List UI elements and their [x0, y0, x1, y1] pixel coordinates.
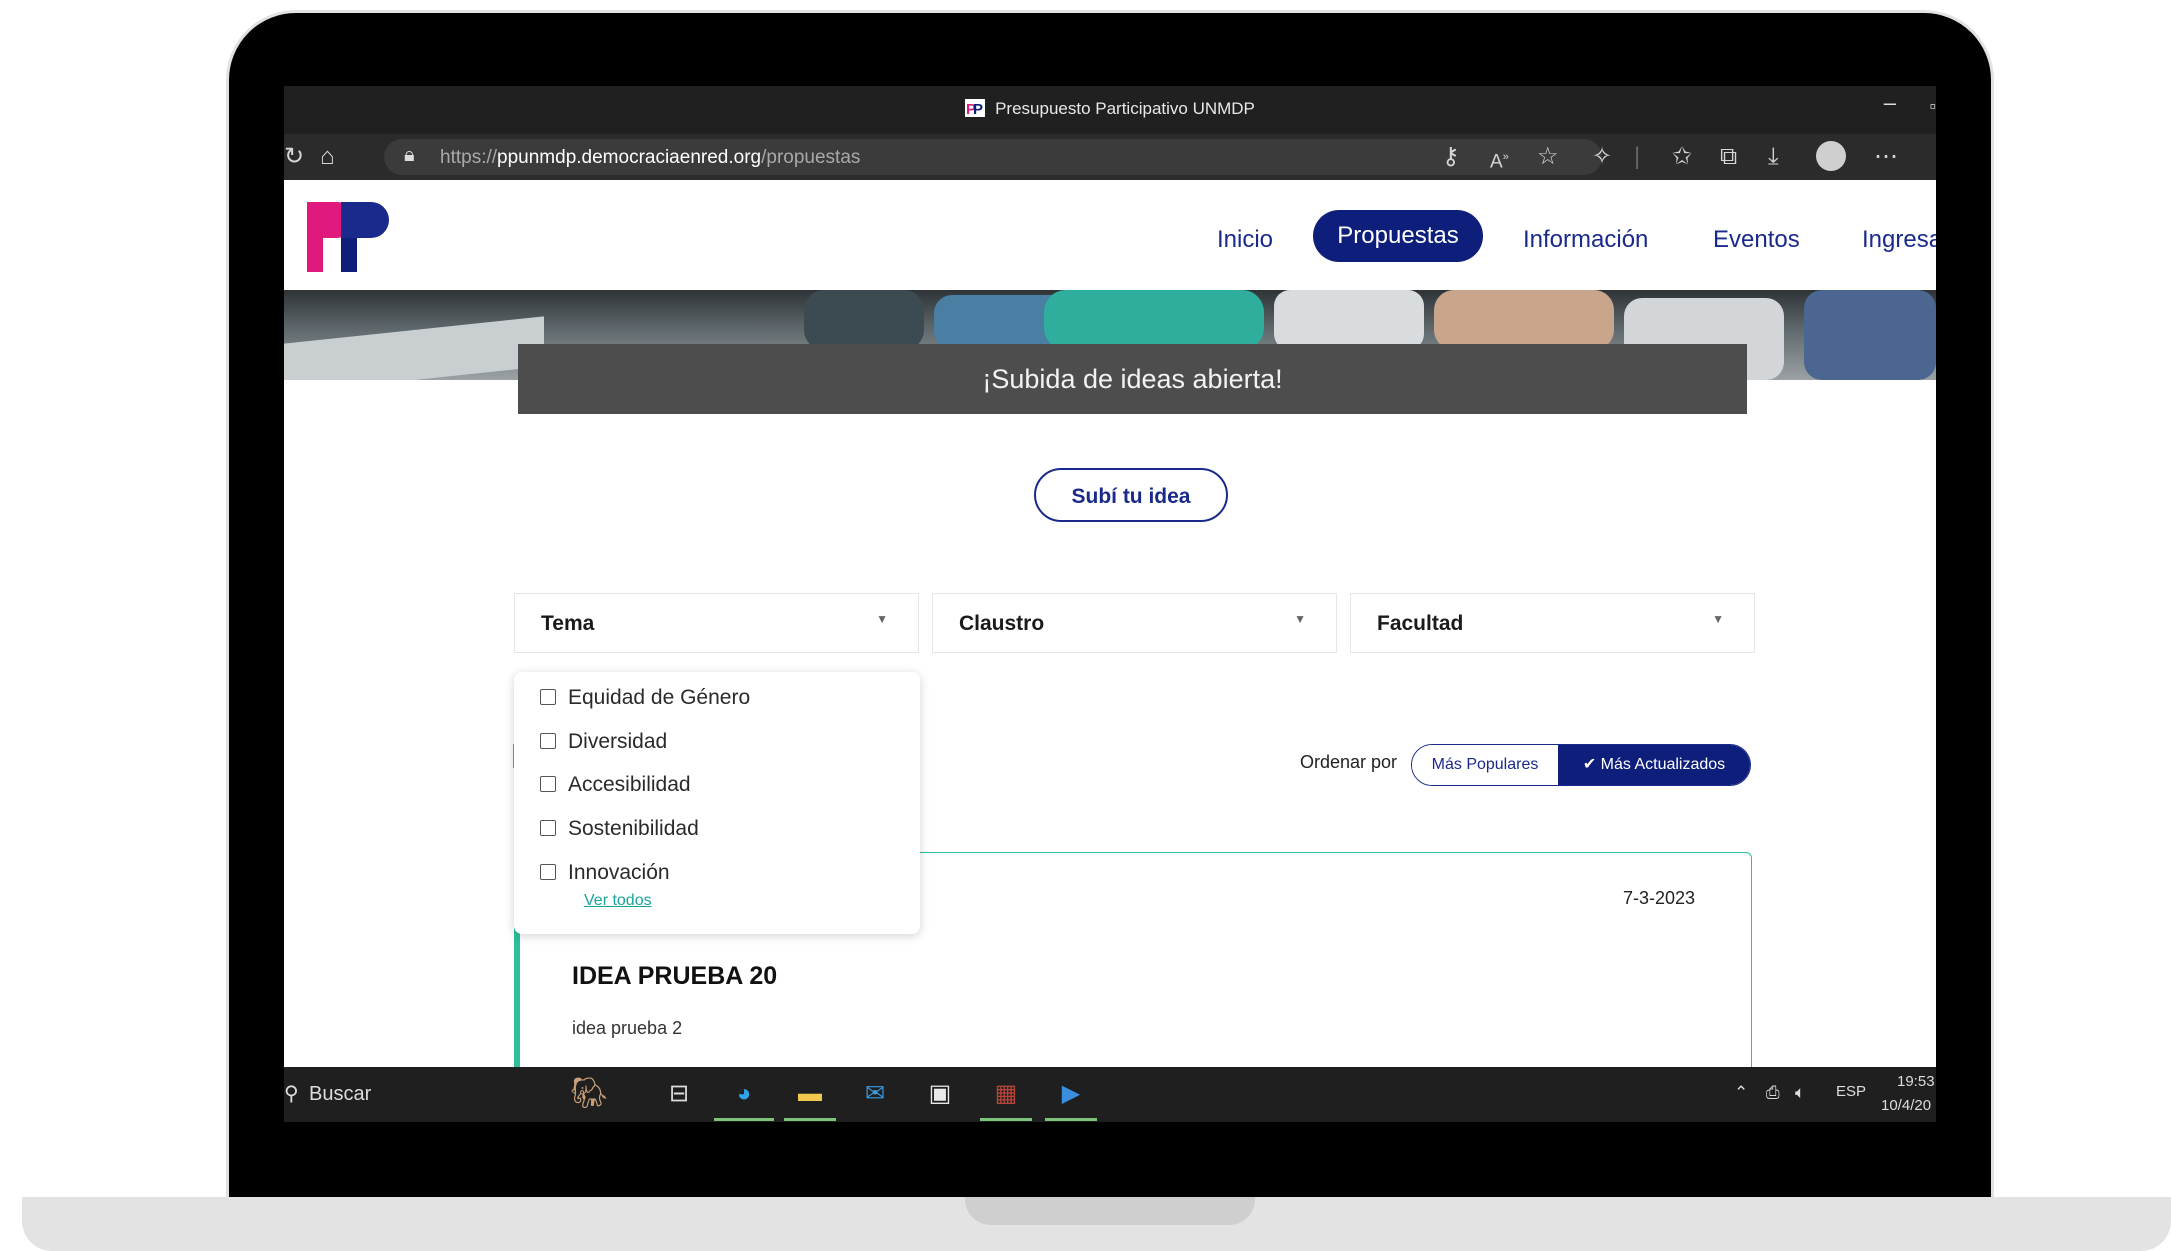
browser-titlebar: P P Presupuesto Participativo UNMDP – ▫ — [284, 86, 1936, 134]
tema-option-label: Equidad de Género — [568, 686, 751, 709]
tema-option-diversidad[interactable]: Diversidad — [540, 730, 667, 754]
chevron-down-icon: ▼ — [876, 612, 888, 626]
idea-title[interactable]: IDEA PRUEBA 20 — [572, 962, 777, 991]
ideas-open-banner: ¡Subida de ideas abierta! — [518, 344, 1747, 414]
filter-claustro[interactable]: Claustro ▼ — [932, 593, 1337, 653]
tema-option-accesibilidad[interactable]: Accesibilidad — [540, 773, 691, 797]
submit-idea-button[interactable]: Subí tu idea — [1034, 468, 1228, 522]
nav-ingresa[interactable]: Ingresa — [1862, 226, 1936, 254]
url-text[interactable]: https://ppunmdp.democraciaenred.org/prop… — [440, 147, 860, 169]
site-favicon-icon: P P — [965, 99, 986, 117]
tema-option-equidad[interactable]: Equidad de Género — [540, 686, 750, 710]
mail-icon[interactable]: ✉ — [855, 1075, 895, 1113]
edge-icon[interactable]: ◕ — [724, 1075, 764, 1113]
toolbar-divider: | — [1634, 143, 1641, 170]
add-favorite-icon[interactable]: ☆ — [1537, 143, 1559, 171]
screen: P P Presupuesto Participativo UNMDP – ▫ … — [284, 86, 1936, 1122]
chevron-down-icon: ▼ — [1712, 612, 1724, 626]
media-player-icon[interactable]: ▶ — [1051, 1075, 1091, 1113]
clock-time[interactable]: 19:53 — [1897, 1073, 1935, 1090]
elephant-widget-icon[interactable]: 🐘︎ — [539, 1075, 639, 1113]
address-bar[interactable]: 🔒︎ https://ppunmdp.democraciaenred.org/p… — [384, 139, 1602, 175]
windows-taskbar: ⚲ Buscar 🐘︎ ⊟ ◕ ▬ ✉ ▣ ▦ ▶ ⌃ ⎙ 🔈︎ ESP 19:… — [284, 1067, 1936, 1122]
key-icon[interactable]: ⚷ — [1442, 143, 1460, 171]
minimize-icon[interactable]: – — [1884, 90, 1896, 116]
read-aloud-icon[interactable]: A» — [1490, 143, 1509, 176]
volume-icon[interactable]: 🔈︎ — [1795, 1083, 1805, 1103]
site-header: PP Inicio Propuestas Información Eventos… — [284, 180, 1936, 290]
ver-todos-link[interactable]: Ver todos — [584, 892, 652, 910]
filter-facultad-label: Facultad — [1377, 612, 1464, 635]
store-icon[interactable]: ▣ — [920, 1075, 960, 1113]
checkbox[interactable] — [540, 689, 556, 705]
winrar-icon[interactable]: ▦ — [986, 1075, 1026, 1113]
home-icon[interactable]: ⌂ — [320, 143, 335, 171]
logo-text: PP — [301, 198, 303, 199]
checkbox[interactable] — [540, 820, 556, 836]
nav-inicio[interactable]: Inicio — [1217, 226, 1273, 254]
task-view-icon[interactable]: ⊟ — [659, 1075, 699, 1113]
favorites-icon[interactable]: ✩ — [1672, 143, 1692, 171]
filter-tema-label: Tema — [541, 612, 595, 635]
clock-date[interactable]: 10/4/20 — [1881, 1097, 1931, 1114]
url-prefix: https:// — [440, 147, 498, 168]
active-app-indicator — [1045, 1118, 1097, 1121]
sort-toggle-group: Más Populares ✔ Más Actualizados — [1411, 744, 1751, 786]
nav-propuestas[interactable]: Propuestas — [1313, 210, 1483, 262]
language-indicator[interactable]: ESP — [1836, 1083, 1866, 1100]
filter-claustro-label: Claustro — [959, 612, 1045, 635]
downloads-icon[interactable]: ⤓ — [1768, 143, 1779, 171]
sort-mas-actualizados-label: Más Actualizados — [1600, 756, 1726, 773]
lock-icon[interactable]: 🔒︎ — [404, 144, 415, 167]
url-domain: ppunmdp.democraciaenred.org — [497, 147, 762, 168]
sort-mas-actualizados[interactable]: ✔ Más Actualizados — [1558, 745, 1750, 785]
taskbar-search[interactable]: Buscar — [309, 1083, 371, 1106]
active-app-indicator — [714, 1118, 774, 1121]
tema-option-label: Accesibilidad — [568, 773, 691, 796]
nav-informacion[interactable]: Información — [1523, 226, 1648, 254]
browser-toolbar: ↻ ⌂ 🔒︎ https://ppunmdp.democraciaenred.o… — [284, 134, 1936, 180]
nav-eventos[interactable]: Eventos — [1713, 226, 1800, 254]
window-title-text: Presupuesto Participativo UNMDP — [995, 99, 1255, 118]
checkmark-icon: ✔ — [1582, 756, 1601, 773]
idea-description: idea prueba 2 — [572, 1018, 683, 1038]
refresh-icon[interactable]: ↻ — [284, 143, 304, 171]
checkbox[interactable] — [540, 776, 556, 792]
tema-option-label: Sostenibilidad — [568, 817, 699, 840]
maximize-icon[interactable]: ▫ — [1930, 96, 1936, 117]
tema-dropdown-menu: Equidad de Género Diversidad Accesibilid… — [514, 672, 920, 934]
profile-avatar[interactable] — [1816, 141, 1846, 171]
chevron-down-icon: ▼ — [1294, 612, 1306, 626]
filter-tema[interactable]: Tema ▼ — [514, 593, 919, 653]
sort-label: Ordenar por — [1300, 752, 1398, 772]
tema-option-innovacion[interactable]: Innovación — [540, 861, 670, 885]
active-app-indicator — [980, 1118, 1032, 1121]
idea-date: 7-3-2023 — [1623, 888, 1696, 908]
tema-option-label: Diversidad — [568, 730, 668, 753]
collections-icon[interactable]: ⧉ — [1720, 143, 1737, 171]
file-explorer-icon[interactable]: ▬ — [790, 1075, 830, 1113]
sort-mas-populares[interactable]: Más Populares — [1412, 745, 1558, 785]
extensions-icon[interactable]: ✧ — [1592, 143, 1612, 171]
url-path: /propuestas — [761, 147, 861, 168]
laptop-notch — [965, 1197, 1255, 1225]
checkbox[interactable] — [540, 864, 556, 880]
filter-facultad[interactable]: Facultad ▼ — [1350, 593, 1755, 653]
chevron-up-icon[interactable]: ⌃ — [1734, 1083, 1748, 1103]
site-logo[interactable]: PP — [301, 198, 397, 274]
tema-option-label: Innovación — [568, 861, 670, 884]
window-title: P P Presupuesto Participativo UNMDP — [284, 99, 1936, 119]
checkbox[interactable] — [540, 733, 556, 749]
network-icon[interactable]: ⎙ — [1766, 1083, 1780, 1103]
svg-text:P: P — [973, 101, 983, 117]
tema-option-sostenibilidad[interactable]: Sostenibilidad — [540, 817, 699, 841]
active-app-indicator — [784, 1118, 836, 1121]
more-menu-icon[interactable]: ⋯ — [1874, 143, 1898, 171]
search-icon[interactable]: ⚲ — [284, 1081, 299, 1106]
